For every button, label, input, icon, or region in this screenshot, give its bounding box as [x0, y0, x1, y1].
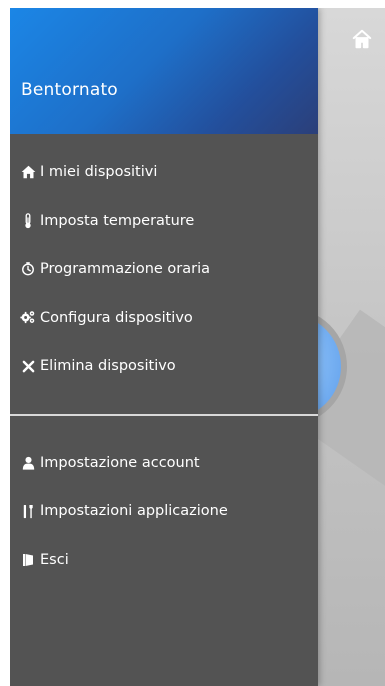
menu-item-set-temperatures[interactable]: Imposta temperature	[10, 197, 318, 246]
menu-top: I miei dispositivi Imposta temperature P…	[10, 134, 318, 391]
drawer-header: Bentornato	[10, 8, 318, 134]
menu-item-label: I miei dispositivi	[40, 164, 158, 181]
menu-item-label: Elimina dispositivo	[40, 358, 176, 375]
menu-item-exit[interactable]: Esci	[10, 536, 318, 585]
menu-item-app-settings[interactable]: Impostazioni applicazione	[10, 487, 318, 536]
gears-icon	[20, 310, 36, 326]
menu-item-delete-device[interactable]: Elimina dispositivo	[10, 342, 318, 391]
app-frame: Bentornato I miei dispositivi Imposta te…	[10, 8, 385, 686]
menu-item-label: Esci	[40, 551, 69, 568]
exit-door-icon	[20, 552, 36, 568]
menu-item-label: Configura dispositivo	[40, 309, 193, 326]
menu-item-time-schedule[interactable]: Programmazione oraria	[10, 245, 318, 294]
menu-item-account-settings[interactable]: Impostazione account	[10, 439, 318, 488]
tools-icon	[20, 503, 36, 519]
menu-item-label: Impostazione account	[40, 454, 200, 471]
thermometer-icon	[20, 212, 36, 229]
menu-item-label: Imposta temperature	[40, 212, 195, 229]
user-icon	[20, 455, 36, 471]
menu-item-my-devices[interactable]: I miei dispositivi	[10, 148, 318, 197]
drawer-title: Bentornato	[21, 80, 118, 100]
menu-item-label: Programmazione oraria	[40, 261, 211, 278]
menu-divider	[10, 413, 318, 416]
home-icon	[20, 164, 36, 180]
menu-bottom: Impostazione account Impostazioni applic…	[10, 439, 318, 585]
menu-item-configure-device[interactable]: Configura dispositivo	[10, 294, 318, 343]
home-icon[interactable]	[351, 28, 373, 50]
close-icon	[20, 358, 36, 374]
navigation-drawer: Bentornato I miei dispositivi Imposta te…	[10, 8, 318, 686]
menu-item-label: Impostazioni applicazione	[40, 503, 228, 520]
timer-icon	[20, 261, 36, 277]
